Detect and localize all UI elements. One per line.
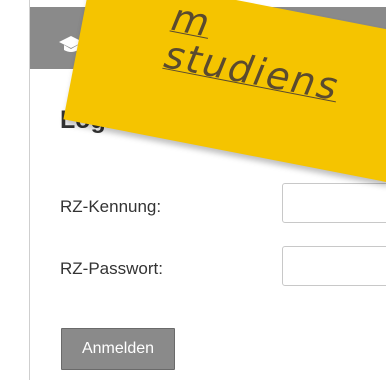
username-input[interactable] [282,183,386,223]
password-label: RZ-Passwort: [60,259,163,278]
login-button[interactable]: Anmelden [61,328,175,370]
password-input[interactable] [282,246,386,286]
username-label: RZ-Kennung: [60,197,162,216]
login-page: Login RZ-Kennung: RZ-Passwort: Anmelden … [0,0,386,380]
